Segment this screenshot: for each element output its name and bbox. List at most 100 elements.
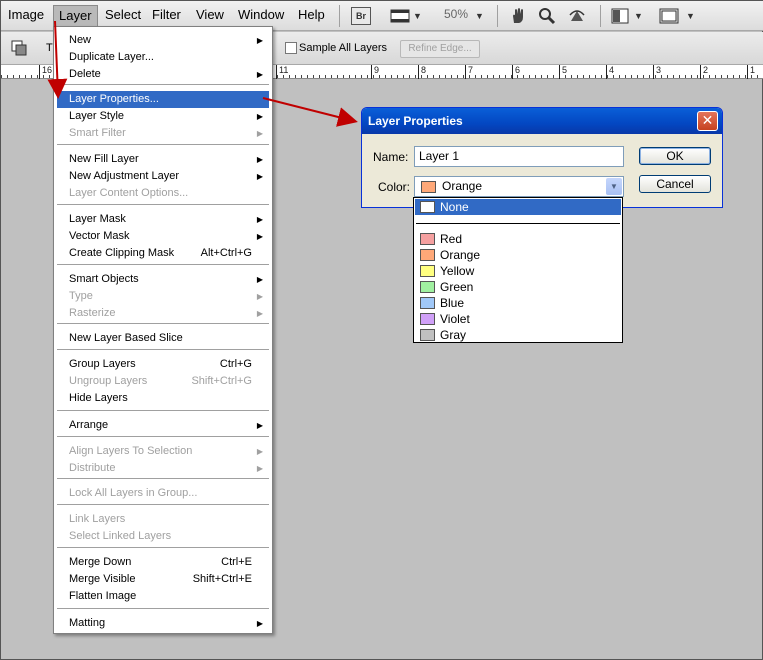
menu-item-label: Vector Mask xyxy=(69,230,130,242)
color-option[interactable]: Red xyxy=(415,231,621,247)
menu-separator xyxy=(57,436,269,437)
menu-window[interactable]: Window xyxy=(233,5,289,27)
chevron-down-icon[interactable]: ▼ xyxy=(413,6,422,26)
menu-item[interactable]: New Layer Based Slice xyxy=(57,330,269,347)
menu-item-shortcut: Shift+Ctrl+G xyxy=(191,375,252,387)
layer-name-input[interactable]: Layer 1 xyxy=(414,146,624,167)
color-swatch xyxy=(420,249,435,261)
menu-image[interactable]: Image xyxy=(3,5,49,27)
menu-item-label: New Fill Layer xyxy=(69,153,139,165)
menu-item[interactable]: Link Layers xyxy=(57,511,269,528)
color-option[interactable]: Violet xyxy=(415,311,621,327)
refine-edge-button[interactable]: Refine Edge... xyxy=(400,40,480,58)
rotate-view-icon[interactable] xyxy=(568,6,586,26)
zoom-level[interactable]: 50% xyxy=(444,7,468,21)
menu-item[interactable]: Hide Layers xyxy=(57,390,269,407)
menu-view[interactable]: View xyxy=(191,5,229,27)
menu-item[interactable]: Distribute ▶ xyxy=(57,460,269,477)
menu-item[interactable]: Arrange ▶ xyxy=(57,417,269,434)
menu-item[interactable]: Duplicate Layer... xyxy=(57,49,269,66)
menu-item[interactable]: Rasterize ▶ xyxy=(57,305,269,322)
menu-filter[interactable]: Filter xyxy=(147,5,186,27)
menu-item[interactable]: Lock All Layers in Group... xyxy=(57,485,269,502)
menu-item[interactable]: Merge Visible Shift+Ctrl+E xyxy=(57,571,269,588)
menu-item[interactable]: Smart Filter ▶ xyxy=(57,125,269,142)
menu-item[interactable]: Layer Content Options... xyxy=(57,185,269,202)
close-button[interactable]: ✕ xyxy=(697,111,718,131)
color-swatch xyxy=(420,329,435,341)
chevron-down-icon[interactable]: ▼ xyxy=(606,178,622,195)
sample-all-layers-checkbox[interactable] xyxy=(285,42,297,54)
screen-mode-button[interactable] xyxy=(389,6,411,26)
menu-item[interactable]: Group Layers Ctrl+G xyxy=(57,356,269,373)
menu-item[interactable]: Flatten Image xyxy=(57,588,269,605)
arrange-documents-icon[interactable] xyxy=(611,6,629,26)
color-swatch xyxy=(420,201,435,213)
menu-item[interactable]: Delete ▶ xyxy=(57,66,269,83)
menu-item[interactable]: Create Clipping Mask Alt+Ctrl+G xyxy=(57,245,269,262)
menu-item[interactable]: Select Linked Layers xyxy=(57,528,269,545)
submenu-arrow-icon: ▶ xyxy=(256,155,263,164)
menu-item[interactable]: Type ▶ xyxy=(57,288,269,305)
menu-item[interactable]: Smart Objects ▶ xyxy=(57,271,269,288)
menu-item[interactable]: Layer Style ▶ xyxy=(57,108,269,125)
menubar-separator xyxy=(339,5,340,27)
menu-item-label: Layer Content Options... xyxy=(69,187,189,199)
menu-layer[interactable]: Layer xyxy=(53,5,98,27)
color-option[interactable]: Green xyxy=(415,279,621,295)
menu-item-label: Arrange xyxy=(69,419,109,431)
menu-item[interactable]: Layer Properties... xyxy=(57,91,269,108)
bridge-icon: Br xyxy=(351,7,371,25)
subtract-selection-icon[interactable] xyxy=(11,38,27,58)
menu-item-label: Matting xyxy=(69,617,106,629)
menu-item-label: Distribute xyxy=(69,462,116,474)
submenu-arrow-icon: ▶ xyxy=(256,619,263,628)
chevron-down-icon[interactable]: ▼ xyxy=(686,6,695,26)
chevron-down-icon[interactable]: ▼ xyxy=(634,6,643,26)
color-option[interactable]: Blue xyxy=(415,295,621,311)
menu-select[interactable]: Select xyxy=(100,5,146,27)
menu-item[interactable]: New Adjustment Layer ▶ xyxy=(57,168,269,185)
ruler-tick: 1 xyxy=(747,65,755,79)
screen-mode-icon[interactable] xyxy=(659,6,679,26)
menu-separator xyxy=(57,264,269,265)
chevron-down-icon[interactable]: ▼ xyxy=(475,6,484,26)
submenu-arrow-icon: ▶ xyxy=(256,70,263,79)
menu-item[interactable]: New ▶ xyxy=(57,32,269,49)
cancel-button[interactable]: Cancel xyxy=(639,175,711,193)
menu-item-label: Smart Filter xyxy=(69,127,126,139)
menu-item-label: Merge Visible xyxy=(69,573,136,585)
bridge-button[interactable]: Br xyxy=(351,6,371,26)
color-option[interactable]: None xyxy=(415,199,621,215)
list-separator xyxy=(416,223,620,224)
menu-item[interactable]: Matting ▶ xyxy=(57,615,269,632)
zoom-tool-icon[interactable] xyxy=(538,6,556,26)
menu-separator xyxy=(57,410,269,411)
menu-item[interactable]: Layer Mask ▶ xyxy=(57,211,269,228)
menu-item-label: Layer Style xyxy=(69,110,125,122)
color-select[interactable]: Orange ▼ xyxy=(414,176,624,197)
menu-item-label: Ungroup Layers xyxy=(69,375,148,387)
menu-item[interactable]: New Fill Layer ▶ xyxy=(57,151,269,168)
color-option[interactable]: Orange xyxy=(415,247,621,263)
menu-item-shortcut: Ctrl+E xyxy=(221,556,252,568)
menu-item[interactable]: Align Layers To Selection ▶ xyxy=(57,443,269,460)
hand-tool-icon[interactable] xyxy=(509,6,527,26)
ruler-tick: 11 xyxy=(276,65,288,79)
color-option[interactable]: Yellow xyxy=(415,263,621,279)
color-option[interactable]: Gray xyxy=(415,327,621,343)
menu-item[interactable]: Merge Down Ctrl+E xyxy=(57,554,269,571)
menu-item-label: Duplicate Layer... xyxy=(69,51,154,63)
submenu-arrow-icon: ▶ xyxy=(256,232,263,241)
submenu-arrow-icon: ▶ xyxy=(256,275,263,284)
menu-item-label: Link Layers xyxy=(69,513,126,525)
tolerance-label: T xyxy=(46,42,53,54)
sample-all-layers-label: Sample All Layers xyxy=(299,42,388,54)
menu-item[interactable]: Ungroup Layers Shift+Ctrl+G xyxy=(57,373,269,390)
menu-separator xyxy=(57,204,269,205)
ok-button[interactable]: OK xyxy=(639,147,711,165)
menu-item[interactable]: Vector Mask ▶ xyxy=(57,228,269,245)
color-swatch xyxy=(420,313,435,325)
menu-separator xyxy=(57,349,269,350)
menu-help[interactable]: Help xyxy=(293,5,330,27)
